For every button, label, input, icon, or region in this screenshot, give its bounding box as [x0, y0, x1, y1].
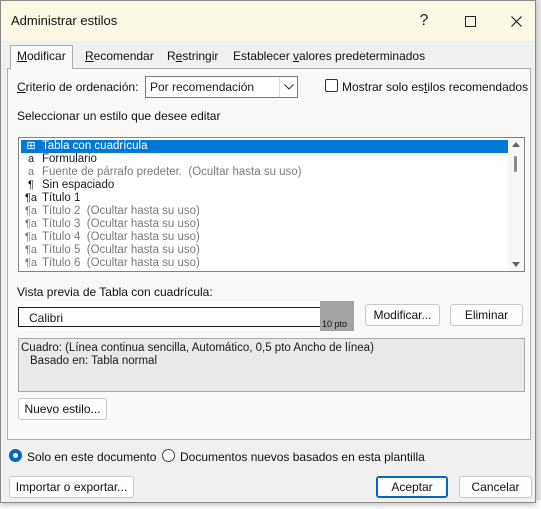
- description-line: Cuadro: (Línea continua sencilla, Automá…: [21, 342, 374, 354]
- paragraph-style-icon: ¶: [28, 179, 34, 191]
- list-item[interactable]: a Fuente de párrafo predeter. (Ocultar ha…: [21, 166, 508, 179]
- chevron-down-icon: [279, 77, 297, 97]
- preview-label: Vista previa de Tabla con cuadrícula:: [17, 285, 213, 299]
- title-bar: Administrar estilos ?: [1, 1, 535, 41]
- style-preview: Calibri 10 pto: [18, 301, 354, 331]
- style-list[interactable]: ⊞ Tabla con cuadrícula a Formulario a Fuent…: [18, 137, 525, 272]
- list-scrollbar[interactable]: [508, 138, 524, 271]
- sort-dropdown[interactable]: Por recomendación: [145, 76, 298, 98]
- tab-establecer-valores[interactable]: Establecer valores predeterminados: [227, 46, 431, 68]
- scroll-up-icon[interactable]: [512, 142, 520, 147]
- list-item[interactable]: ¶a Título 5 (Ocultar hasta su uso): [21, 244, 508, 257]
- maximize-icon: [464, 15, 476, 27]
- radio-this-document[interactable]: [9, 449, 22, 462]
- scroll-down-icon[interactable]: [512, 262, 520, 267]
- maximize-button[interactable]: [449, 7, 491, 35]
- linked-style-icon: ¶a: [24, 205, 38, 217]
- list-item[interactable]: ¶a Título 3 (Ocultar hasta su uso): [21, 218, 508, 231]
- style-description: Cuadro: (Línea continua sencilla, Automá…: [18, 338, 525, 392]
- linked-style-icon: ¶a: [24, 218, 38, 230]
- description-based-on: Basado en: Tabla normal: [30, 355, 158, 367]
- list-item[interactable]: ¶a Título 2 (Ocultar hasta su uso): [21, 205, 508, 218]
- list-item[interactable]: a Formulario: [21, 153, 508, 166]
- list-item[interactable]: ¶a Título 1: [21, 192, 508, 205]
- close-icon: [510, 15, 522, 27]
- preview-font: Calibri: [29, 311, 64, 325]
- new-style-button[interactable]: Nuevo estilo...: [18, 398, 107, 420]
- close-button[interactable]: [495, 7, 537, 35]
- sort-value: Por recomendación: [150, 80, 255, 94]
- character-style-icon: a: [27, 166, 35, 178]
- cancel-button[interactable]: Cancelar: [459, 476, 532, 498]
- radio-new-documents-label[interactable]: Documentos nuevos basados en esta planti…: [180, 450, 425, 464]
- radio-this-document-label[interactable]: Solo en este documento: [27, 450, 156, 464]
- modify-button[interactable]: Modificar...: [365, 304, 440, 326]
- radio-new-documents[interactable]: [162, 449, 175, 462]
- character-style-icon: a: [27, 153, 35, 165]
- recommended-only-label[interactable]: Mostrar solo estilos recomendados: [342, 80, 528, 94]
- sort-label: Criterio de ordenación:: [17, 80, 139, 94]
- manage-styles-dialog: Administrar estilos ? Modificar Recomend…: [0, 0, 536, 503]
- linked-style-icon: ¶a: [24, 231, 38, 243]
- accept-button[interactable]: Aceptar: [376, 476, 448, 498]
- tab-modificar[interactable]: Modificar: [10, 45, 73, 69]
- list-item[interactable]: ¶ Sin espaciado: [21, 179, 508, 192]
- import-export-button[interactable]: Importar o exportar...: [9, 476, 134, 498]
- list-item[interactable]: ¶a Título 4 (Ocultar hasta su uso): [21, 231, 508, 244]
- help-icon: ?: [419, 12, 429, 29]
- delete-button[interactable]: Eliminar: [450, 304, 523, 326]
- table-style-icon: ⊞: [26, 140, 36, 152]
- help-button[interactable]: ?: [403, 7, 445, 35]
- preview-size: 10 pto: [322, 319, 348, 329]
- linked-style-icon: ¶a: [24, 244, 38, 256]
- linked-style-icon: ¶a: [24, 192, 38, 204]
- scroll-thumb[interactable]: [514, 156, 517, 172]
- tab-recomendar[interactable]: Recomendar: [79, 46, 160, 68]
- recommended-only-checkbox[interactable]: [325, 79, 338, 92]
- preview-box: Calibri: [18, 307, 321, 327]
- window-title: Administrar estilos: [11, 13, 118, 28]
- list-item[interactable]: ¶a Título 6 (Ocultar hasta su uso): [21, 257, 508, 270]
- tab-restringir[interactable]: Restringir: [161, 46, 224, 68]
- select-style-label: Seleccionar un estilo que desee editar: [17, 109, 221, 123]
- linked-style-icon: ¶a: [24, 257, 38, 269]
- list-item[interactable]: ⊞ Tabla con cuadrícula: [21, 140, 508, 153]
